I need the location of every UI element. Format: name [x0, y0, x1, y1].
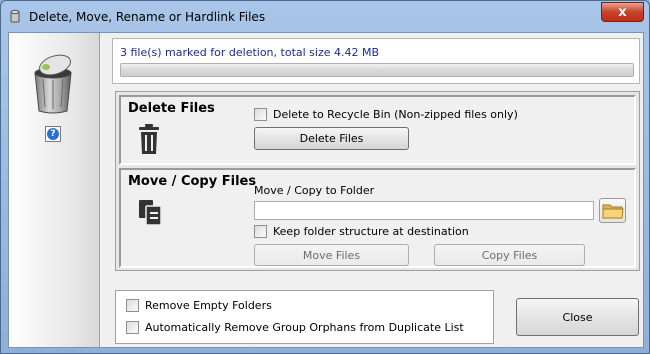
progress-bar: [120, 63, 634, 77]
actions-group: Delete Files Delete to Recycle Bin (Non-…: [115, 91, 640, 271]
remove-orphans-checkbox[interactable]: [126, 321, 139, 334]
delete-files-title: Delete Files: [128, 101, 215, 116]
delete-files-button[interactable]: Delete Files: [254, 127, 409, 150]
destination-folder-input[interactable]: [254, 201, 594, 220]
window-title: Delete, Move, Rename or Hardlink Files: [29, 10, 266, 24]
delete-files-panel: Delete Files Delete to Recycle Bin (Non-…: [119, 95, 636, 165]
browse-folder-button[interactable]: [599, 198, 626, 223]
remove-orphans-label: Automatically Remove Group Orphans from …: [145, 321, 464, 334]
app-icon: [10, 9, 20, 23]
keep-structure-checkbox[interactable]: [254, 225, 267, 238]
options-panel: Remove Empty Folders Automatically Remov…: [115, 290, 494, 344]
status-panel: 3 file(s) marked for deletion, total siz…: [112, 38, 640, 84]
status-message: 3 file(s) marked for deletion, total siz…: [120, 46, 380, 59]
recycle-bin-icon: [34, 54, 72, 114]
keep-structure-option[interactable]: Keep folder structure at destination: [254, 225, 469, 238]
folder-icon: [602, 204, 624, 218]
title-bar: Delete, Move, Rename or Hardlink Files x: [1, 1, 649, 31]
window-close-button[interactable]: x: [601, 2, 644, 22]
remove-orphans-option[interactable]: Automatically Remove Group Orphans from …: [126, 321, 464, 334]
dialog-content: ? 3 file(s) marked for deletion, total s…: [8, 32, 644, 348]
keep-structure-label: Keep folder structure at destination: [273, 225, 469, 238]
move-files-button[interactable]: Move Files: [254, 244, 409, 266]
move-copy-title: Move / Copy Files: [128, 174, 257, 189]
remove-empty-folders-checkbox[interactable]: [126, 299, 139, 312]
trash-icon: [139, 124, 159, 154]
move-copy-panel: Move / Copy Files Move / Copy to Folder: [119, 168, 636, 268]
remove-empty-folders-label: Remove Empty Folders: [145, 299, 272, 312]
sidebar: ?: [9, 33, 100, 347]
dialog-window: Delete, Move, Rename or Hardlink Files x: [0, 0, 650, 354]
recycle-bin-label: Delete to Recycle Bin (Non-zipped files …: [273, 108, 518, 121]
copy-files-button[interactable]: Copy Files: [434, 244, 585, 266]
recycle-bin-option[interactable]: Delete to Recycle Bin (Non-zipped files …: [254, 108, 518, 121]
close-icon: x: [618, 4, 627, 20]
copy-files-icon: [139, 200, 162, 226]
help-icon: ?: [47, 128, 59, 140]
recycle-bin-checkbox[interactable]: [254, 108, 267, 121]
remove-empty-folders-option[interactable]: Remove Empty Folders: [126, 299, 272, 312]
help-button[interactable]: ?: [45, 126, 61, 142]
close-button[interactable]: Close: [516, 298, 639, 336]
destination-folder-label: Move / Copy to Folder: [254, 184, 375, 197]
